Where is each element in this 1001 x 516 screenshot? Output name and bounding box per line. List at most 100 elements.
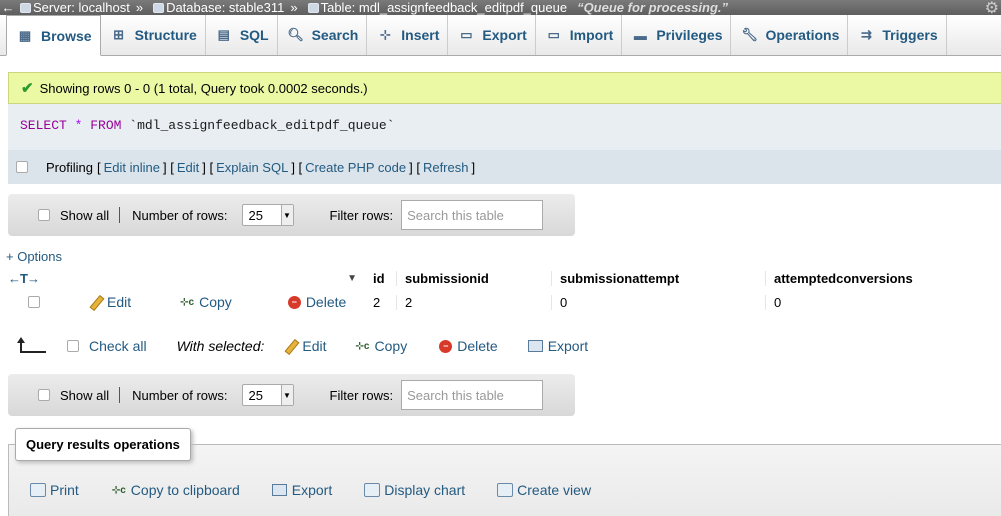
sql-table-name: `mdl_assignfeedback_editpdf_queue`: [129, 118, 395, 133]
row-copy-button[interactable]: ⊹c Copy: [179, 294, 232, 310]
options-link[interactable]: + Options: [6, 249, 62, 264]
rows-select-value: 25: [248, 207, 263, 223]
sort-down-icon[interactable]: ▼: [347, 273, 357, 284]
breadcrumb-separator: »: [135, 0, 144, 15]
export-button[interactable]: Export: [271, 482, 332, 498]
selected-export-button[interactable]: Export: [527, 338, 588, 354]
back-arrow-icon[interactable]: ←: [0, 0, 16, 15]
import-icon: ▭: [547, 27, 560, 42]
row-edit-button[interactable]: Edit: [89, 294, 131, 310]
filter-label: Filter rows:: [329, 387, 394, 403]
tab-triggers[interactable]: ⇉ Triggers: [848, 15, 947, 55]
gear-icon[interactable]: ⚙: [985, 0, 999, 15]
column-arrows[interactable]: ←T→: [8, 271, 40, 286]
tab-sql[interactable]: ▤ SQL: [206, 15, 278, 55]
refresh-link[interactable]: Refresh: [423, 160, 469, 175]
selected-copy-button[interactable]: ⊹c Copy: [355, 338, 408, 354]
server-icon: [20, 2, 31, 13]
checkmark-icon: ✔: [21, 80, 34, 97]
cell-submissionattempt[interactable]: 0: [551, 294, 765, 310]
breadcrumb-server[interactable]: Server: localhost: [16, 0, 130, 15]
breadcrumb-database[interactable]: Database: stable311: [149, 0, 284, 15]
column-header-attemptedconversions[interactable]: attemptedconversions: [765, 270, 1001, 286]
column-header-id[interactable]: id: [363, 271, 396, 286]
cell-submissionid[interactable]: 2: [396, 294, 551, 310]
row-delete-button[interactable]: − Delete: [287, 294, 347, 310]
selected-copy-label: Copy: [374, 338, 408, 354]
breadcrumb-table[interactable]: Table: mdl_assignfeedback_editpdf_queue: [304, 0, 567, 15]
table-comment: “Queue for processing.”: [577, 0, 729, 15]
tab-label: Export: [482, 27, 527, 43]
breadcrumb: ← Server: localhost » Database: stable31…: [0, 0, 1001, 15]
row-edit-label: Edit: [107, 294, 132, 310]
chart-icon: [364, 483, 381, 497]
breadcrumb-table-label[interactable]: Table: mdl_assignfeedback_editpdf_queue: [321, 0, 567, 15]
create-view-button[interactable]: Create view: [497, 482, 591, 498]
sql-query: SELECT * FROM `mdl_assignfeedback_editpd…: [8, 104, 1001, 150]
divider: [119, 207, 121, 223]
show-all-label: Show all: [60, 207, 110, 223]
table-header: ←T→ ▼ id submissionid submissionattempt …: [8, 268, 1001, 288]
print-button[interactable]: Print: [30, 482, 79, 498]
edit-inline-link[interactable]: Edit inline: [104, 160, 160, 175]
check-all-link[interactable]: Check all: [89, 338, 147, 354]
divider: [119, 387, 121, 403]
tab-export[interactable]: ▭ Export: [448, 15, 536, 55]
table-row: Edit ⊹c Copy − Delete 2 2 0 0: [8, 288, 1001, 316]
filter-input[interactable]: Search this table: [401, 380, 544, 410]
column-header-submissionid[interactable]: submissionid: [396, 270, 551, 286]
rows-select[interactable]: 25 ▼: [241, 204, 294, 226]
table-icon: [307, 2, 319, 13]
arrow-up-icon: [17, 337, 46, 353]
pencil-icon: [89, 295, 103, 309]
tab-label: Triggers: [882, 27, 938, 43]
tab-insert[interactable]: ⊹ Insert: [367, 15, 449, 55]
tab-structure[interactable]: ⊞ Structure: [101, 15, 206, 55]
structure-icon: ⊞: [113, 27, 125, 42]
row-copy-label: Copy: [199, 294, 232, 310]
cell-id[interactable]: 2: [363, 295, 396, 310]
column-header-submissionattempt[interactable]: submissionattempt: [551, 270, 765, 286]
sql-icon: ▤: [217, 27, 230, 42]
profiling-label: Profiling: [46, 159, 93, 175]
copy-to-clipboard-label: Copy to clipboard: [130, 482, 240, 498]
tab-browse[interactable]: ▦ Browse: [6, 15, 101, 56]
explain-sql-link[interactable]: Explain SQL: [216, 160, 288, 175]
create-php-code-link[interactable]: Create PHP code: [305, 160, 406, 175]
privileges-icon: ▬: [633, 27, 647, 43]
sql-keyword-select: SELECT: [20, 118, 67, 133]
chevron-down-icon: ▼: [280, 205, 293, 225]
show-all-checkbox[interactable]: [38, 209, 50, 221]
query-operations-list: Print ⊹c Copy to clipboard Export Displa…: [30, 482, 623, 498]
printer-icon: [30, 483, 46, 497]
selected-delete-button[interactable]: − Delete: [439, 338, 498, 354]
breadcrumb-database-label[interactable]: Database: stable311: [166, 0, 284, 15]
check-all-checkbox[interactable]: [67, 340, 79, 352]
tab-operations[interactable]: 🔧︎ Operations: [731, 15, 849, 55]
tab-import[interactable]: ▭ Import: [536, 15, 623, 55]
copy-icon: ⊹c: [355, 340, 370, 352]
tab-search[interactable]: 🔍︎ Search: [278, 15, 368, 55]
row-checkbox[interactable]: [28, 296, 40, 308]
cell-attemptedconversions[interactable]: 0: [765, 294, 1001, 310]
search-icon: 🔍︎: [287, 27, 304, 42]
selected-edit-button[interactable]: Edit: [284, 338, 326, 354]
copy-to-clipboard-button[interactable]: ⊹c Copy to clipboard: [111, 482, 240, 498]
row-delete-label: Delete: [305, 294, 347, 310]
breadcrumb-server-label[interactable]: Server: localhost: [33, 0, 130, 15]
filter-input[interactable]: Search this table: [401, 200, 544, 230]
display-chart-button[interactable]: Display chart: [364, 482, 465, 498]
export-icon: [527, 340, 543, 352]
profiling-checkbox[interactable]: [16, 161, 28, 173]
breadcrumb-separator: »: [290, 0, 298, 15]
results-table: ←T→ ▼ id submissionid submissionattempt …: [8, 268, 1001, 316]
edit-query-link[interactable]: Edit: [177, 160, 199, 175]
tab-privileges[interactable]: ▬ Privileges: [622, 15, 732, 55]
show-all-checkbox[interactable]: [38, 389, 50, 401]
insert-icon: ⊹: [379, 27, 391, 42]
success-message: ✔ Showing rows 0 - 0 (1 total, Query too…: [8, 72, 1001, 104]
tab-label: Search: [311, 27, 359, 43]
success-message-text: Showing rows 0 - 0 (1 total, Query took …: [39, 80, 368, 96]
filter-label: Filter rows:: [329, 207, 394, 223]
rows-select[interactable]: 25 ▼: [241, 384, 294, 406]
